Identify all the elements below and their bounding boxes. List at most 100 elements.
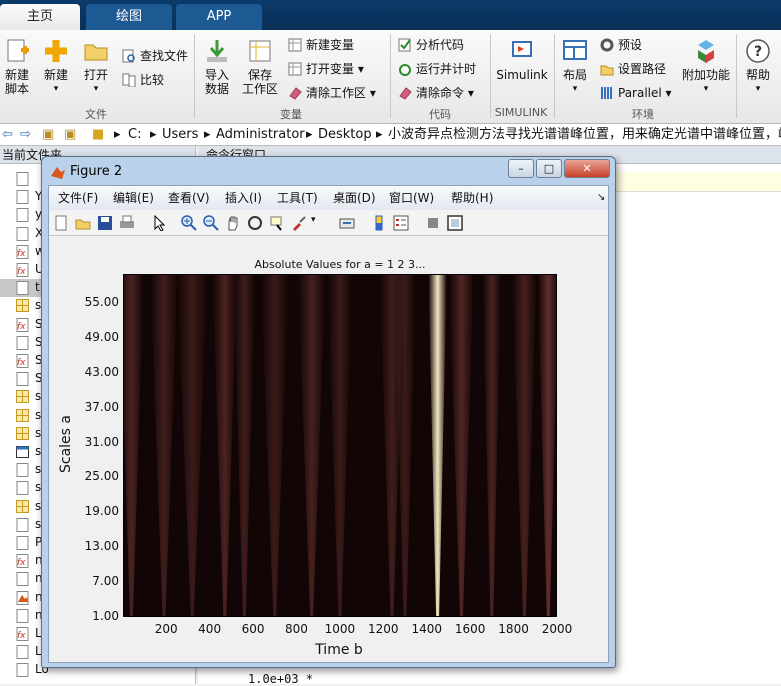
tab-plots[interactable]: 绘图 <box>86 4 172 30</box>
svg-text:fx: fx <box>17 267 26 277</box>
y-tick-label: 55.00 <box>84 295 119 310</box>
plus-icon <box>43 38 69 64</box>
open-button[interactable]: 打开 ▾ <box>80 38 112 96</box>
svg-text:fx: fx <box>17 358 26 368</box>
zoom-in-icon[interactable] <box>181 215 197 231</box>
ribbon-divider <box>390 34 391 118</box>
clear-commands-button[interactable]: 清除命令 ▾ <box>398 85 474 101</box>
address-bar[interactable]: ⇦ ⇨ ▣ ▣ ■ ▸ C: ▸ Users ▸ Administrator ▸… <box>0 124 781 146</box>
import-data-button[interactable]: 导入 数据 <box>200 38 234 96</box>
link-plot-icon[interactable] <box>339 215 355 231</box>
compare-button[interactable]: 比较 <box>122 72 164 88</box>
find-files-button[interactable]: 查找文件 <box>122 48 188 64</box>
minimize-button[interactable]: – <box>508 159 534 178</box>
brush-dropdown-icon[interactable]: ▾ <box>311 215 327 231</box>
breadcrumb-separator: ▸ <box>204 127 211 142</box>
open-file-icon[interactable] <box>75 215 91 231</box>
colorbar-icon[interactable] <box>371 215 387 231</box>
new-variable-label: 新建变量 <box>306 38 355 52</box>
menu-edit[interactable]: 编辑(E) <box>113 186 154 210</box>
data-cursor-icon[interactable] <box>269 215 285 231</box>
new-figure-icon[interactable] <box>53 215 69 231</box>
forward-icon[interactable]: ⇨ <box>20 124 31 145</box>
menu-file[interactable]: 文件(F) <box>58 186 98 210</box>
breadcrumb-c[interactable]: C: <box>128 124 141 145</box>
pan-hand-icon[interactable] <box>225 215 241 231</box>
open-variable-icon <box>288 62 302 76</box>
hide-plot-tools-icon[interactable] <box>425 215 441 231</box>
preferences-button[interactable]: 预设 <box>600 37 642 53</box>
x-tick-label: 600 <box>241 622 265 636</box>
menu-desktop[interactable]: 桌面(D) <box>333 186 376 210</box>
browse-folder-icon[interactable]: ▣ <box>64 124 76 145</box>
file-icon <box>16 572 29 587</box>
back-icon[interactable]: ⇦ <box>2 124 13 145</box>
svg-text:fx: fx <box>17 631 26 641</box>
run-and-time-button[interactable]: 运行并计时 <box>398 61 476 77</box>
breadcrumb-separator: ▸ <box>306 127 313 142</box>
maximize-button[interactable]: □ <box>536 159 562 178</box>
function-file-icon: fx <box>16 263 29 277</box>
x-tick-label: 1400 <box>411 622 442 636</box>
zoom-out-icon[interactable] <box>203 215 219 231</box>
find-files-icon <box>122 49 136 63</box>
help-label: 帮助 <box>745 68 770 82</box>
brush-icon[interactable] <box>291 215 307 231</box>
simulink-icon <box>509 38 535 64</box>
mat-file-icon <box>16 299 29 313</box>
parallel-button[interactable]: Parallel ▾ <box>600 85 672 101</box>
breadcrumb-users[interactable]: Users <box>162 124 198 145</box>
clear-commands-label: 清除命令 <box>416 86 465 100</box>
app-file-icon <box>16 445 29 459</box>
eraser-icon <box>288 86 302 100</box>
up-folder-icon[interactable]: ▣ <box>42 124 54 145</box>
legend-icon[interactable] <box>393 215 409 231</box>
breadcrumb-separator: ▸ <box>150 127 157 142</box>
new-variable-button[interactable]: 新建变量 <box>288 37 354 53</box>
save-workspace-button[interactable]: 保存 工作区 <box>240 38 280 96</box>
figure-window[interactable]: Figure 2 – □ ✕ 文件(F) 编辑(E) 查看(V) 插入(I) 工… <box>41 156 616 668</box>
new-button[interactable]: 新建 ▾ <box>40 38 72 96</box>
x-axis-label: Time b <box>315 642 363 658</box>
new-script-button[interactable]: 新建 脚本 <box>2 38 32 96</box>
open-variable-button[interactable]: 打开变量 ▾ <box>288 61 364 77</box>
close-button[interactable]: ✕ <box>564 159 610 178</box>
mat-file-icon <box>16 408 29 423</box>
print-icon[interactable] <box>119 215 135 231</box>
y-tick-label: 19.00 <box>84 504 119 519</box>
breadcrumb-administrator[interactable]: Administrator <box>216 124 305 145</box>
clear-workspace-button[interactable]: 清除工作区 ▾ <box>288 85 376 101</box>
menu-view[interactable]: 查看(V) <box>168 186 210 210</box>
set-path-icon <box>600 62 614 76</box>
file-icon <box>16 172 29 186</box>
menu-help[interactable]: 帮助(H) <box>451 186 493 210</box>
breadcrumb-desktop[interactable]: Desktop <box>318 124 372 145</box>
toolstrip-tabbar: 主页 绘图 APP <box>0 0 781 30</box>
y-tick-label: 1.00 <box>92 609 119 623</box>
folder-icon: ■ <box>92 127 105 142</box>
layout-label: 布局 <box>562 68 587 82</box>
set-path-button[interactable]: 设置路径 <box>600 61 666 77</box>
tab-home[interactable]: 主页 <box>0 4 80 30</box>
menu-insert[interactable]: 插入(I) <box>225 186 262 210</box>
tab-apps[interactable]: APP <box>176 4 262 30</box>
menubar-arrow-icon[interactable]: ↘ <box>597 186 605 210</box>
layout-button[interactable]: 布局 ▾ <box>558 38 592 96</box>
help-button[interactable]: ? 帮助 ▾ <box>742 38 774 96</box>
pointer-icon[interactable] <box>151 215 167 231</box>
breadcrumb-project-folder[interactable]: 小波奇异点检测方法寻找光谱谱峰位置，用来确定光谱中谱峰位置，峰高， <box>388 124 781 145</box>
folder-icon <box>83 38 109 64</box>
rotate-3d-icon[interactable] <box>247 215 263 231</box>
save-icon[interactable] <box>97 215 113 231</box>
addons-button[interactable]: 附加功能 ▾ <box>682 38 730 96</box>
show-plot-tools-icon[interactable] <box>447 215 463 231</box>
menu-tools[interactable]: 工具(T) <box>277 186 318 210</box>
scalogram-axes[interactable] <box>123 274 557 617</box>
simulink-button[interactable]: Simulink <box>496 38 548 82</box>
svg-text:fx: fx <box>17 322 26 332</box>
menu-window[interactable]: 窗口(W) <box>389 186 434 210</box>
analyze-code-button[interactable]: 分析代码 <box>398 37 464 53</box>
x-tick-label: 1200 <box>368 622 399 636</box>
addons-icon <box>693 38 719 64</box>
file-icon <box>16 663 29 678</box>
